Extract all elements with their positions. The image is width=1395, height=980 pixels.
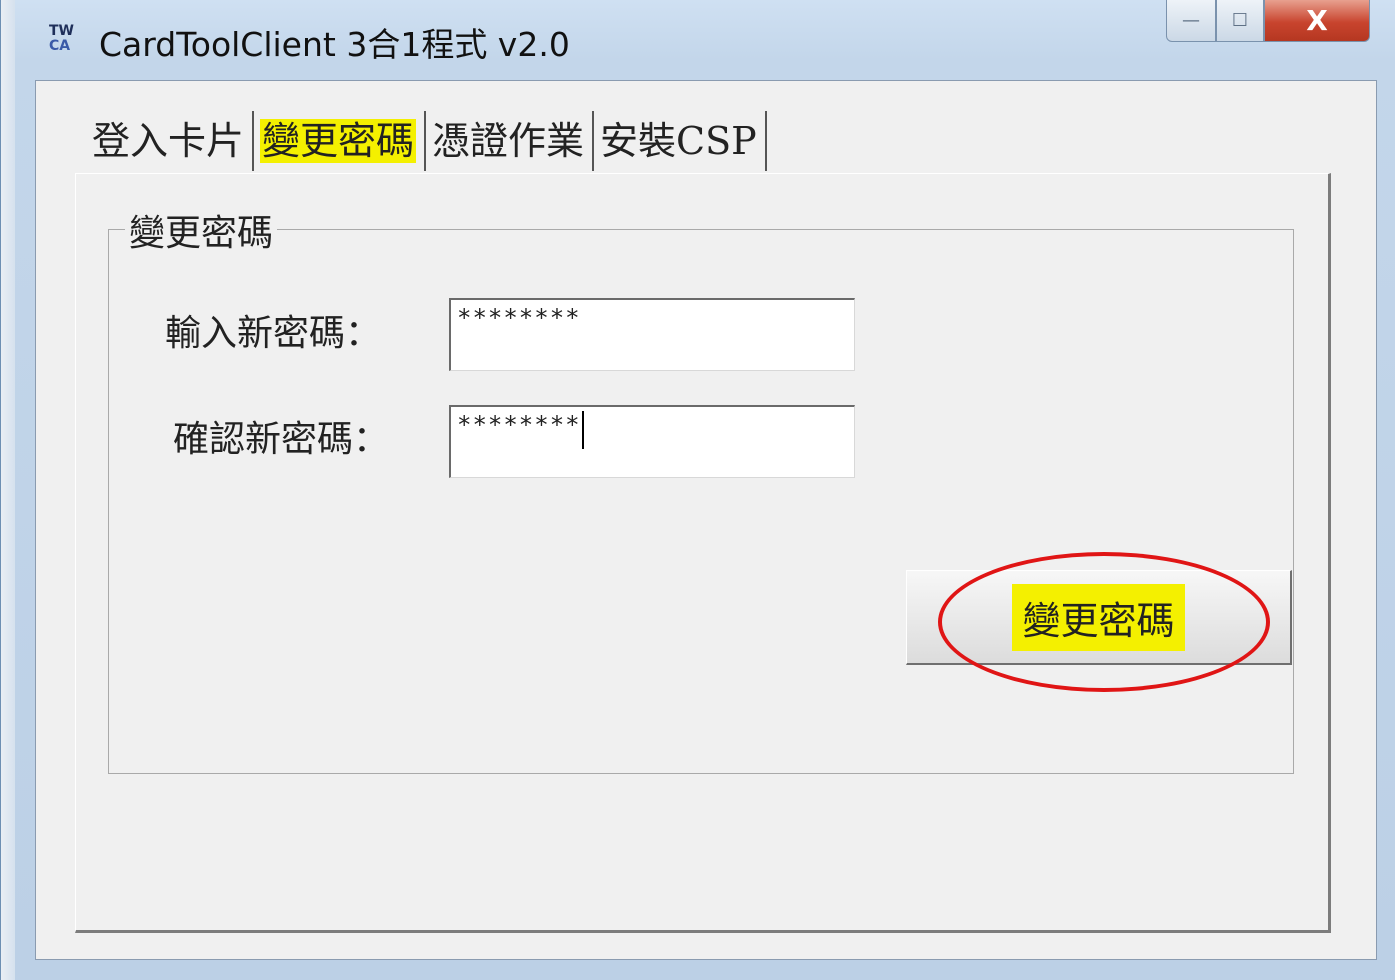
window-controls: — ☐ X: [1166, 0, 1370, 44]
tab-install-csp[interactable]: 安裝CSP: [592, 111, 767, 171]
new-password-value: ********: [457, 304, 581, 332]
window-left-edge: [1, 0, 15, 980]
tab-panel-change-password: 變更密碼 輸入新密碼： ******** 確認新密碼： ******** 變更密…: [75, 173, 1331, 933]
confirm-password-field[interactable]: ********: [449, 405, 855, 478]
change-password-button-label: 變更密碼: [1012, 583, 1185, 651]
confirm-password-label: 確認新密碼：: [173, 419, 390, 460]
text-caret: [581, 411, 584, 449]
logo-top-text: TW: [49, 23, 74, 39]
client-area: 登入卡片 變更密碼 憑證作業 安裝CSP 變更密碼 輸入新密碼： *******…: [35, 80, 1377, 960]
tab-change-password[interactable]: 變更密碼: [252, 111, 424, 171]
app-window: TW CA CardToolClient 3合1程式 v2.0 — ☐ X 登入…: [0, 0, 1395, 980]
new-password-field[interactable]: ********: [449, 298, 855, 371]
tab-certificate-operations[interactable]: 憑證作業: [424, 111, 592, 171]
change-password-button[interactable]: 變更密碼: [906, 570, 1292, 665]
tab-label: 安裝CSP: [600, 119, 757, 163]
tab-strip: 登入卡片 變更密碼 憑證作業 安裝CSP: [86, 111, 767, 171]
minimize-button[interactable]: —: [1166, 0, 1216, 42]
minimize-icon: —: [1182, 10, 1200, 31]
tab-label: 憑證作業: [432, 119, 585, 163]
change-password-group: 變更密碼 輸入新密碼： ******** 確認新密碼： ******** 變更密…: [108, 204, 1294, 774]
twca-logo-icon: TW CA: [49, 24, 89, 60]
close-icon: X: [1306, 4, 1328, 37]
close-button[interactable]: X: [1264, 0, 1370, 42]
tab-login-card[interactable]: 登入卡片: [86, 111, 252, 171]
group-title: 變更密碼: [125, 204, 278, 256]
confirm-password-value: ********: [457, 411, 581, 439]
logo-bottom-text: CA: [49, 38, 71, 54]
title-bar[interactable]: TW CA CardToolClient 3合1程式 v2.0 — ☐ X: [15, 0, 1395, 80]
new-password-label: 輸入新密碼：: [165, 313, 382, 354]
maximize-icon: ☐: [1231, 10, 1249, 31]
maximize-button[interactable]: ☐: [1216, 0, 1264, 42]
window-title: CardToolClient 3合1程式 v2.0: [99, 25, 570, 64]
tab-label: 變更密碼: [260, 119, 417, 163]
tab-label: 登入卡片: [92, 119, 245, 163]
